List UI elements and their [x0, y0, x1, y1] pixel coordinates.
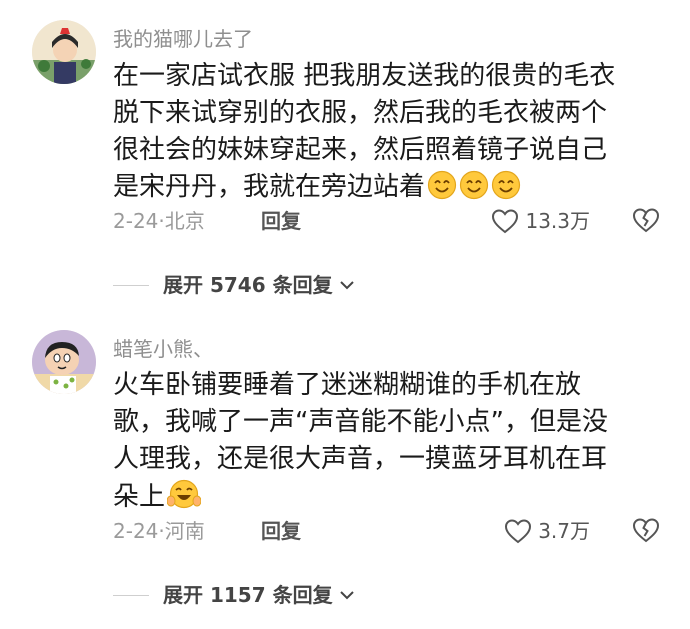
broken-heart-icon: [632, 208, 660, 233]
expand-replies-label: 展开 5746 条回复: [163, 273, 333, 297]
comment-location: 北京: [164, 209, 205, 233]
comment-line: 很社会的妹妹穿起来，然后照着镜子说自己: [113, 135, 608, 165]
comment-meta: 2-24·北京: [113, 209, 205, 233]
like-button[interactable]: 13.3万: [491, 207, 590, 235]
avatar[interactable]: [32, 330, 96, 394]
divider: [113, 284, 149, 286]
comment-line: 歌，我喊了一声“声音能不能小点”，但是没: [113, 407, 608, 437]
comment-date: 2-24: [113, 209, 159, 233]
like-button[interactable]: 3.7万: [504, 517, 590, 545]
comment-text: 在一家店试衣服 把我朋友送我的很贵的毛衣 脱下来试穿别的衣服，然后我的毛衣被两个…: [113, 58, 673, 211]
comment-meta: 2-24·河南: [113, 519, 205, 543]
reply-button[interactable]: 回复: [261, 517, 301, 545]
smile-emoji-icon: [491, 170, 521, 211]
comment-line: 是宋丹丹，我就在旁边站着: [113, 169, 673, 211]
dislike-button[interactable]: [632, 517, 660, 547]
chevron-down-icon: [339, 281, 354, 290]
divider: [113, 594, 149, 596]
avatar-image-icon: [32, 330, 96, 394]
comment-location: 河南: [164, 519, 205, 543]
dislike-button[interactable]: [632, 207, 660, 237]
like-count: 3.7万: [538, 519, 590, 543]
broken-heart-icon: [632, 518, 660, 543]
comment-text: 火车卧铺要睡着了迷迷糊糊谁的手机在放 歌，我喊了一声“声音能不能小点”，但是没 …: [113, 367, 673, 521]
comment-date: 2-24: [113, 519, 159, 543]
laugh-emoji-icon: [166, 478, 202, 521]
heart-icon: [505, 519, 532, 544]
chevron-down-icon: [339, 591, 354, 600]
like-count: 13.3万: [525, 209, 590, 233]
smile-emoji-icon: [459, 170, 489, 211]
smile-emoji-icon: [427, 170, 457, 211]
expand-replies-button[interactable]: 展开 1157 条回复: [113, 581, 355, 609]
reply-button[interactable]: 回复: [261, 207, 301, 235]
expand-replies-label: 展开 1157 条回复: [163, 583, 333, 607]
comment-line: 脱下来试穿别的衣服，然后我的毛衣被两个: [113, 98, 608, 128]
username[interactable]: 蜡笔小熊、: [113, 336, 213, 362]
comment-line-text: 朵上: [113, 482, 166, 512]
comment-line: 在一家店试衣服 把我朋友送我的很贵的毛衣: [113, 61, 616, 91]
comment-line: 朵上: [113, 478, 673, 521]
avatar[interactable]: [32, 20, 96, 84]
comment-line: 人理我，还是很大声音，一摸蓝牙耳机在耳: [113, 444, 608, 474]
heart-icon: [492, 209, 519, 234]
comment-line: 火车卧铺要睡着了迷迷糊糊谁的手机在放: [113, 370, 582, 400]
expand-replies-button[interactable]: 展开 5746 条回复: [113, 271, 355, 299]
username[interactable]: 我的猫哪儿去了: [113, 26, 253, 52]
avatar-image-icon: [32, 20, 96, 84]
comment-line-text: 是宋丹丹，我就在旁边站着: [113, 172, 426, 202]
